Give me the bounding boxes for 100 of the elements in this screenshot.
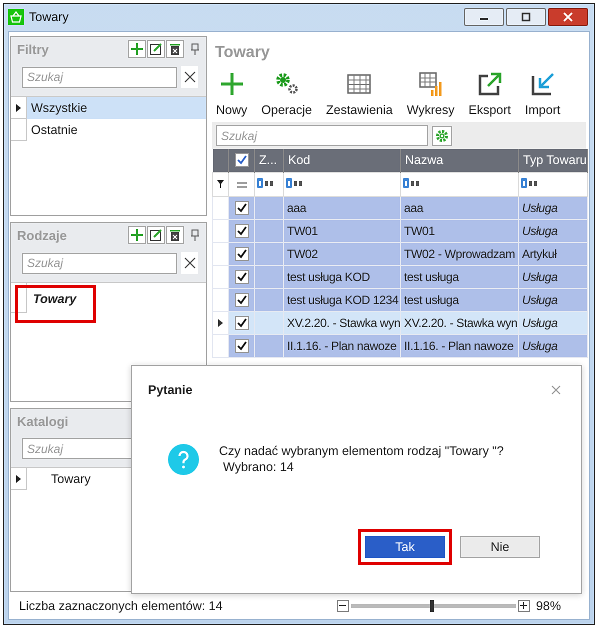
clear-button[interactable]	[181, 252, 198, 274]
table-cell: TW02 - Wprowadzam	[404, 246, 515, 260]
text-filter-icon[interactable]	[286, 178, 304, 188]
table-cell: test usługa	[404, 292, 459, 306]
dialog-button[interactable]: Tak	[365, 536, 445, 558]
table-cell: test usługa KOD	[287, 270, 370, 284]
zoom-in-button[interactable]	[518, 600, 530, 612]
table-cell: aaa	[404, 200, 424, 214]
table-row[interactable]: TW01 TW01 Usługa	[212, 219, 588, 242]
search-field[interactable]: Szukaj	[22, 66, 177, 88]
trash-icon	[168, 228, 182, 242]
pin-icon[interactable]	[190, 229, 200, 241]
dialog-message: Wybrano: 14	[222, 459, 295, 475]
edit-button[interactable]	[147, 40, 165, 58]
table-cell: XV.2.20. - Stawka wyn	[287, 316, 400, 330]
search-field[interactable]: Szukaj	[216, 125, 428, 146]
table-row[interactable]: II.1.16. - Plan nawoze II.1.16. - Plan nawoze Usługa	[212, 334, 588, 357]
checkbox[interactable]	[234, 224, 248, 238]
toolbar-button[interactable]: Wykresy	[406, 70, 455, 117]
tree-item[interactable]: Towary	[11, 468, 206, 490]
dialog-title: Pytanie	[148, 383, 192, 397]
toolbar-button[interactable]: Eksport	[468, 70, 511, 117]
toolbar-button[interactable]: Operacje	[261, 70, 312, 117]
table-cell: II.1.16. - Plan nawoze	[404, 338, 514, 352]
table-cell: Usługa	[522, 224, 558, 238]
column-header[interactable]: Z...	[254, 149, 284, 172]
tree-item[interactable]: Ostatnie	[11, 119, 206, 141]
table-cell: II.1.16. - Plan nawoze	[287, 338, 396, 352]
checkbox[interactable]	[234, 316, 248, 330]
text-filter-icon[interactable]	[403, 178, 421, 188]
table-cell: test usługa KOD 1234	[287, 292, 398, 306]
expand-arrow-icon[interactable]	[16, 104, 21, 112]
toolbar-button[interactable]: Import	[524, 70, 560, 117]
plus-icon	[520, 602, 528, 609]
table-row[interactable]: test usługa KOD 1234 test usługa Usługa	[212, 288, 588, 311]
check-icon	[236, 154, 248, 166]
table-cell: Artykuł	[522, 246, 557, 260]
plus-icon	[130, 228, 144, 242]
table-row[interactable]: XV.2.20. - Stawka wyn XV.2.20. - Stawka wyn Usługa	[212, 311, 588, 334]
tree-item[interactable]: Wszystkie	[11, 97, 206, 119]
close-icon	[563, 12, 573, 22]
checkbox[interactable]	[234, 292, 248, 306]
trash-icon	[168, 42, 182, 56]
toolbar-button[interactable]: Nowy	[216, 70, 248, 117]
table-cell: Usługa	[522, 292, 558, 306]
filter-icon[interactable]	[217, 180, 224, 188]
close-icon	[184, 71, 196, 83]
checkbox[interactable]	[234, 338, 248, 352]
table-cell: XV.2.20. - Stawka wyn	[404, 316, 518, 330]
minimize-button[interactable]	[464, 8, 504, 26]
panel-title: Rodzaje	[17, 228, 67, 242]
column-header[interactable]: Kod	[284, 149, 400, 172]
edit-icon	[149, 228, 163, 242]
close-icon	[184, 257, 196, 269]
panel-title: Filtry	[17, 42, 49, 56]
table-row[interactable]: test usługa KOD test usługa Usługa	[212, 265, 588, 288]
table-cell: aaa	[287, 200, 306, 214]
zoom-reading: 98%	[536, 598, 561, 612]
zoom-out-button[interactable]	[336, 600, 349, 612]
table-row[interactable]: TW02 TW02 - Wprowadzam Artykuł	[212, 242, 588, 265]
gear-icon	[435, 128, 449, 142]
slider-thumb[interactable]	[430, 600, 434, 612]
toolbar-button[interactable]: Zestawienia	[326, 70, 393, 117]
table-cell: Usługa	[522, 316, 558, 330]
check-icon	[236, 316, 248, 328]
delete-button[interactable]	[166, 40, 184, 58]
checkbox[interactable]	[234, 153, 248, 168]
search-field[interactable]: Szukaj	[22, 252, 177, 274]
close-icon[interactable]	[551, 385, 561, 395]
clear-button[interactable]	[181, 66, 198, 88]
text-filter-icon[interactable]	[257, 178, 275, 188]
edit-button[interactable]	[147, 226, 165, 244]
delete-button[interactable]	[166, 226, 184, 244]
tree-item[interactable]: Towary	[11, 283, 206, 327]
text-filter-icon[interactable]	[521, 178, 539, 188]
table-cell: test usługa	[404, 270, 459, 284]
table-row[interactable]: aaa aaa Usługa	[212, 196, 588, 219]
check-icon	[236, 224, 248, 236]
pin-icon[interactable]	[190, 43, 200, 55]
table-cell: Usługa	[522, 200, 558, 214]
check-icon	[236, 270, 248, 282]
close-button[interactable]	[548, 8, 588, 26]
dialog-message: Czy nadać wybranym elementom rodzaj "Towary "?	[219, 443, 504, 459]
plus-icon	[130, 42, 144, 56]
checkbox[interactable]	[234, 270, 248, 284]
equals-icon[interactable]	[236, 182, 246, 188]
expand-arrow-icon[interactable]	[16, 474, 21, 482]
edit-icon	[149, 42, 163, 56]
column-header[interactable]: Typ Towaru	[518, 149, 588, 172]
table-cell: Usługa	[522, 270, 558, 284]
dialog-button[interactable]: Nie	[460, 536, 540, 558]
maximize-button[interactable]	[506, 8, 546, 26]
checkbox[interactable]	[234, 246, 248, 260]
table-cell: Usługa	[522, 338, 558, 352]
checkbox[interactable]	[234, 200, 248, 214]
check-icon	[236, 294, 248, 306]
check-icon	[236, 202, 248, 214]
check-icon	[236, 340, 248, 352]
settings-button[interactable]	[432, 126, 452, 146]
column-header[interactable]: Nazwa	[400, 149, 518, 172]
